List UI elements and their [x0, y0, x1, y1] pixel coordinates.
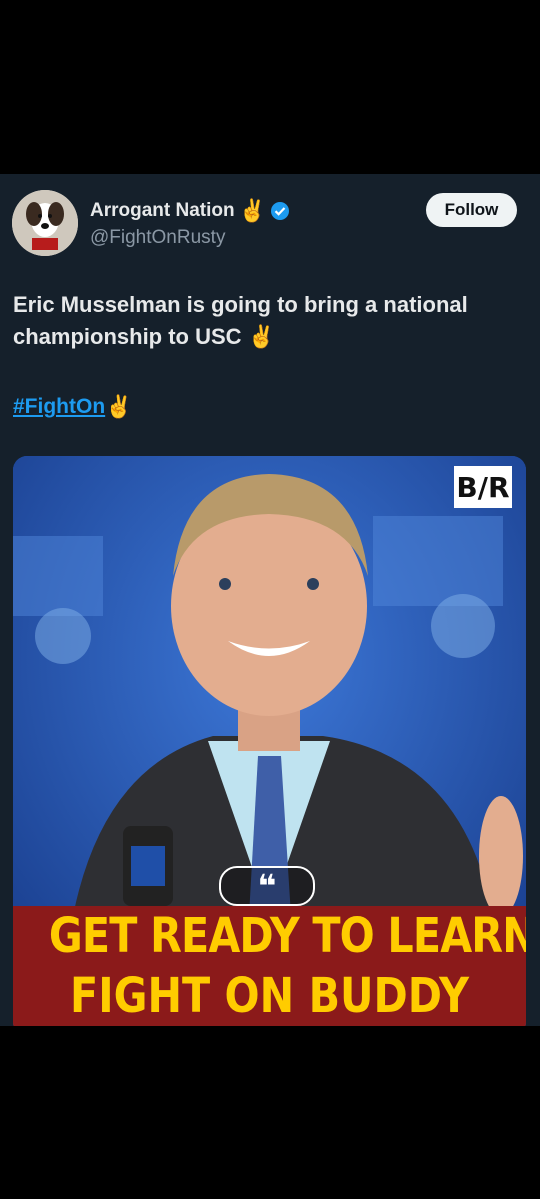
image-headline-line2: FIGHT ON BUDDY — [70, 968, 469, 1024]
verified-badge-icon — [271, 202, 290, 220]
image-headline-line1: GET READY TO LEARN — [48, 908, 526, 964]
tweet-text: Eric Musselman is going to bring a natio… — [13, 292, 468, 349]
dog-avatar-icon — [12, 190, 78, 256]
tweet-media-image[interactable]: B/R ❝ GET READY TO LEARN FIGHT ON BUDDY — [13, 456, 526, 1026]
author-row: Arrogant Nation ✌️ — [90, 198, 290, 224]
quote-icon: ❝ — [219, 866, 315, 906]
peace-emoji-icon: ✌️ — [105, 394, 133, 419]
bleacher-report-logo: B/R — [454, 466, 512, 508]
tweet-card: Arrogant Nation ✌️ @FightOnRusty Follow … — [0, 174, 540, 1026]
peace-emoji-icon: ✌️ — [238, 198, 267, 223]
hashtag-link[interactable]: #FightOn — [13, 395, 105, 419]
author-name[interactable]: Arrogant Nation — [90, 200, 235, 222]
author-handle[interactable]: @FightOnRusty — [90, 227, 225, 249]
follow-button[interactable]: Follow — [426, 193, 517, 227]
avatar[interactable] — [12, 190, 78, 256]
hashtag-row: #FightOn ✌️ — [13, 394, 133, 420]
